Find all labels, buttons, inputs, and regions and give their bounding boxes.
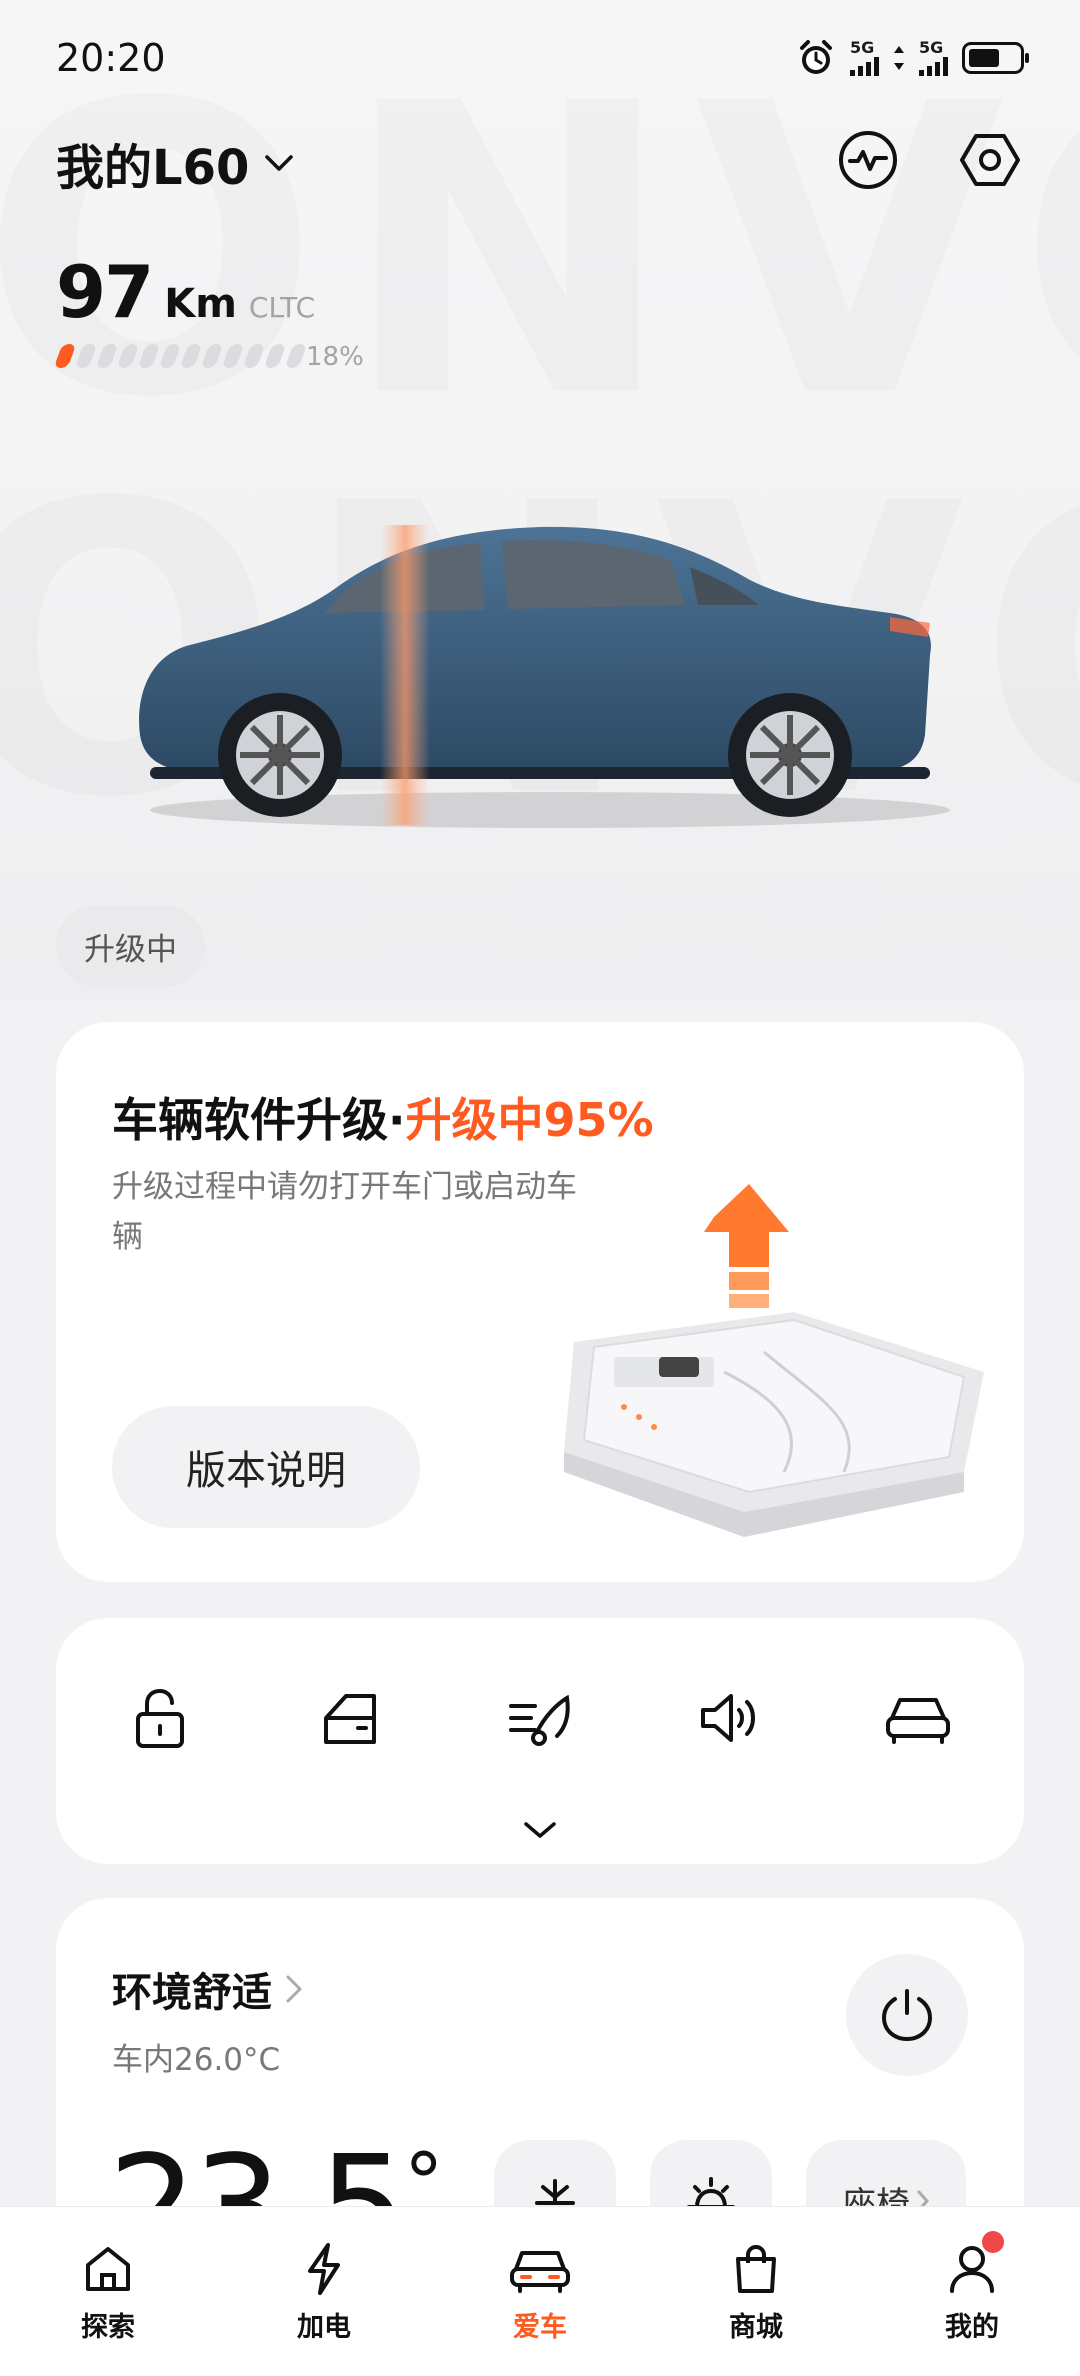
upgrade-status-chip[interactable]: 升级中 — [56, 905, 205, 987]
headlight-button[interactable] — [503, 1682, 575, 1754]
battery-segment — [263, 344, 287, 368]
battery-segment — [242, 344, 266, 368]
expand-chevron-icon[interactable] — [520, 1818, 560, 1842]
status-time: 20:20 — [56, 36, 166, 80]
battery-percent: 18% — [306, 342, 364, 372]
lightning-icon — [308, 2243, 340, 2295]
signal-1: 5G — [850, 40, 879, 76]
range-display: 97 Km CLTC — [56, 250, 315, 334]
car-image — [139, 525, 950, 828]
chevron-down-icon — [265, 155, 294, 171]
alarm-icon — [800, 40, 832, 74]
chevron-right-icon — [286, 1975, 302, 2003]
door-button[interactable] — [314, 1682, 386, 1754]
release-notes-button[interactable]: 版本说明 — [112, 1406, 420, 1528]
tab-explore[interactable]: 探索 — [0, 2207, 216, 2376]
upgrade-illustration — [564, 1184, 984, 1537]
range-value: 97 — [56, 250, 154, 334]
range-unit: Km — [164, 281, 237, 327]
climate-power-button[interactable] — [846, 1954, 968, 2076]
horn-button[interactable] — [693, 1682, 765, 1754]
battery-icon — [962, 42, 1029, 74]
bottom-tab-bar: 探索 加电 爱车 商城 我的 — [0, 2206, 1080, 2376]
headlight-icon — [509, 1694, 570, 1746]
battery-segment — [95, 344, 119, 368]
home-icon — [86, 2247, 130, 2291]
hex-gear-icon — [960, 134, 1020, 186]
door-icon — [323, 1694, 376, 1744]
software-upgrade-card[interactable]: 车辆软件升级·升级中95% 升级过程中请勿打开车门或启动车辆 版本说明 — [56, 1022, 1024, 1582]
notification-badge — [982, 2231, 1004, 2253]
upgrade-title: 车辆软件升级·升级中95% — [112, 1093, 654, 1147]
power-icon — [881, 1989, 933, 2042]
battery-segment — [158, 344, 182, 368]
car-icon — [510, 2251, 570, 2293]
cabin-temperature: 车内26.0°C — [112, 2042, 281, 2078]
tab-charging[interactable]: 加电 — [216, 2207, 432, 2376]
vehicle-name: 我的L60 — [56, 140, 250, 196]
signal-2: 5G — [919, 40, 948, 76]
upgrade-progress: 升级中95% — [405, 1093, 654, 1147]
shopping-bag-icon — [736, 2244, 776, 2293]
tab-store[interactable]: 商城 — [648, 2207, 864, 2376]
vehicle-selector[interactable]: 我的L60 — [56, 128, 295, 198]
data-arrows-icon — [894, 46, 904, 70]
lock-icon — [136, 1688, 184, 1748]
tab-my-car[interactable]: 爱车 — [432, 2207, 648, 2376]
settings-button[interactable] — [958, 128, 1022, 192]
battery-segment — [221, 344, 245, 368]
tab-profile[interactable]: 我的 — [864, 2207, 1080, 2376]
battery-segment — [53, 344, 77, 368]
battery-level-bar — [53, 344, 308, 368]
range-standard: CLTC — [248, 291, 316, 324]
upgrade-description: 升级过程中请勿打开车门或启动车辆 — [112, 1169, 577, 1255]
battery-segment — [179, 344, 203, 368]
vehicle-health-button[interactable] — [836, 128, 900, 192]
quick-controls-card — [56, 1618, 1024, 1864]
status-bar: 20:20 5G 5G — [0, 0, 1080, 120]
horn-icon — [700, 1694, 755, 1742]
battery-segment — [137, 344, 161, 368]
battery-segment — [74, 344, 98, 368]
lock-button[interactable] — [124, 1682, 196, 1754]
battery-segment — [200, 344, 224, 368]
vehicle-locate-button[interactable] — [882, 1682, 954, 1754]
climate-title[interactable]: 环境舒适 — [112, 1960, 304, 2018]
car-front-icon — [886, 1698, 950, 1744]
pulse-icon — [839, 131, 897, 189]
battery-segment — [116, 344, 140, 368]
